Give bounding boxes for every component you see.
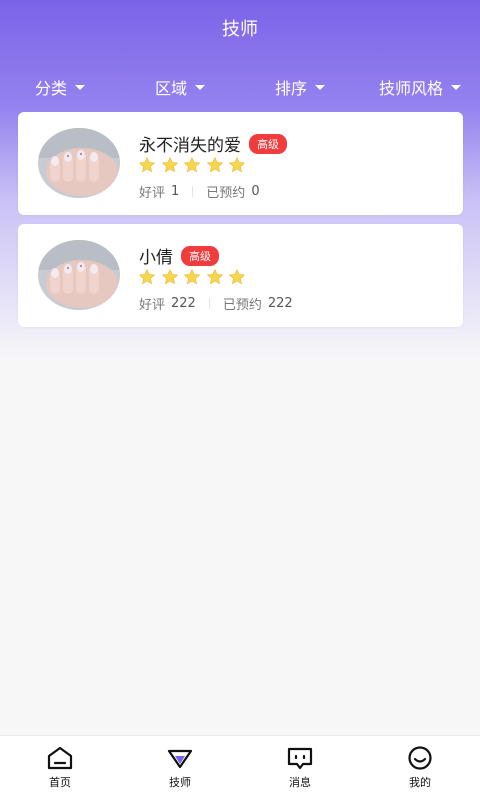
- good-reviews-label: 好评: [139, 298, 166, 313]
- level-badge: 高级: [249, 133, 287, 154]
- star-icon: [206, 269, 223, 285]
- technician-name: 小倩: [139, 248, 173, 268]
- smile-icon: [408, 746, 432, 770]
- star-icon: [139, 157, 155, 173]
- divider: [208, 298, 210, 309]
- caret-down-icon: [451, 84, 461, 90]
- star-icon: [229, 269, 246, 285]
- tab-messages-label: 消息: [289, 776, 311, 789]
- star-icon: [161, 269, 178, 285]
- caret-down-icon: [75, 84, 85, 90]
- technician-card[interactable]: 永不消失的爱 高级 好评 1 已预约 0: [18, 112, 463, 215]
- star-icon: [184, 269, 200, 285]
- tab-technicians[interactable]: 技师: [120, 736, 240, 800]
- avatar: [38, 128, 120, 198]
- level-badge: 高级: [181, 245, 219, 266]
- tab-home[interactable]: 首页: [0, 736, 120, 800]
- technician-list: 永不消失的爱 高级 好评 1 已预约 0 小倩 高级 好评 222 已预约 22…: [18, 112, 463, 336]
- booked-label: 已预约: [222, 298, 262, 313]
- filter-bar: 分类 区域 排序 技师风格: [0, 70, 480, 104]
- star-icon: [139, 269, 155, 285]
- filter-area[interactable]: 区域: [120, 75, 240, 99]
- diamond-icon: [167, 749, 193, 769]
- home-icon: [47, 746, 73, 770]
- rating-stars: [138, 268, 251, 286]
- good-reviews-label: 好评: [139, 186, 166, 201]
- bottom-tab-bar: 首页 技师 消息 我的: [0, 735, 480, 800]
- nail-photo-icon: [38, 240, 120, 310]
- booked-label: 已预约: [206, 186, 246, 201]
- tab-mine[interactable]: 我的: [360, 736, 480, 800]
- tab-home-label: 首页: [49, 776, 71, 789]
- rating-stars: [138, 156, 251, 174]
- tab-messages[interactable]: 消息: [240, 736, 360, 800]
- page-title: 技师: [222, 19, 258, 40]
- booked-count: 0: [251, 184, 260, 199]
- divider: [192, 186, 194, 197]
- avatar: [38, 240, 120, 310]
- filter-category[interactable]: 分类: [0, 75, 120, 99]
- technician-name: 永不消失的爱: [139, 136, 241, 156]
- star-icon: [206, 157, 223, 173]
- booked-count: 222: [267, 296, 293, 311]
- star-icon: [161, 157, 178, 173]
- filter-style[interactable]: 技师风格: [360, 75, 480, 99]
- good-reviews-count: 222: [171, 296, 196, 311]
- good-reviews-count: 1: [171, 184, 180, 199]
- star-icon: [229, 157, 246, 173]
- filter-sort[interactable]: 排序: [240, 75, 360, 99]
- tab-technicians-label: 技师: [169, 776, 191, 789]
- tab-mine-label: 我的: [409, 776, 431, 789]
- star-icon: [184, 157, 200, 173]
- caret-down-icon: [315, 84, 325, 90]
- technician-card[interactable]: 小倩 高级 好评 222 已预约 222: [18, 224, 463, 327]
- nail-photo-icon: [38, 128, 120, 198]
- chat-icon: [287, 747, 313, 770]
- caret-down-icon: [195, 84, 205, 90]
